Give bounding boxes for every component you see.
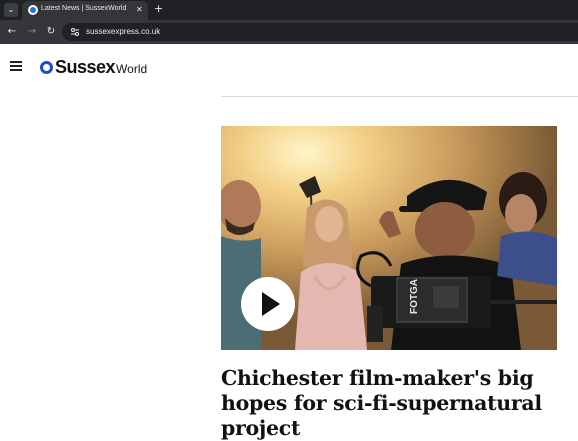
browser-toolbar: ← → ↻ sussexexpress.co.uk: [0, 20, 578, 44]
url-text[interactable]: sussexexpress.co.uk: [86, 27, 160, 36]
logo-sub-text: World: [116, 62, 148, 76]
tab-close-button[interactable]: ✕: [136, 4, 143, 16]
site-logo[interactable]: Sussex World: [40, 56, 147, 78]
browser-tab[interactable]: Latest News | SussexWorld ✕: [22, 1, 148, 20]
address-bar[interactable]: sussexexpress.co.uk: [62, 23, 578, 41]
web-page: Sussex World FOTGA Chichester film-maker…: [0, 44, 578, 441]
article-headline[interactable]: Chichester film-maker's big hopes for sc…: [221, 366, 551, 441]
back-button[interactable]: ←: [4, 24, 20, 40]
tab-search-button[interactable]: ⌄: [4, 3, 18, 17]
browser-tab-bar: ⌄ Latest News | SussexWorld ✕ +: [0, 0, 578, 20]
logo-ring-icon: [40, 60, 53, 74]
reload-button[interactable]: ↻: [43, 24, 59, 40]
new-tab-button[interactable]: +: [154, 2, 163, 16]
logo-main-text: Sussex: [55, 56, 116, 77]
header-divider: [221, 96, 578, 97]
forward-button[interactable]: →: [24, 24, 40, 40]
camera-brand-label: FOTGA: [409, 279, 420, 314]
sussexworld-favicon-icon: [28, 5, 38, 15]
play-button[interactable]: [240, 276, 296, 332]
hamburger-menu-icon[interactable]: [10, 61, 22, 71]
site-info-icon[interactable]: [69, 26, 81, 38]
tab-title: Latest News | SussexWorld: [41, 5, 127, 12]
hero-video-thumbnail[interactable]: FOTGA: [221, 126, 557, 350]
